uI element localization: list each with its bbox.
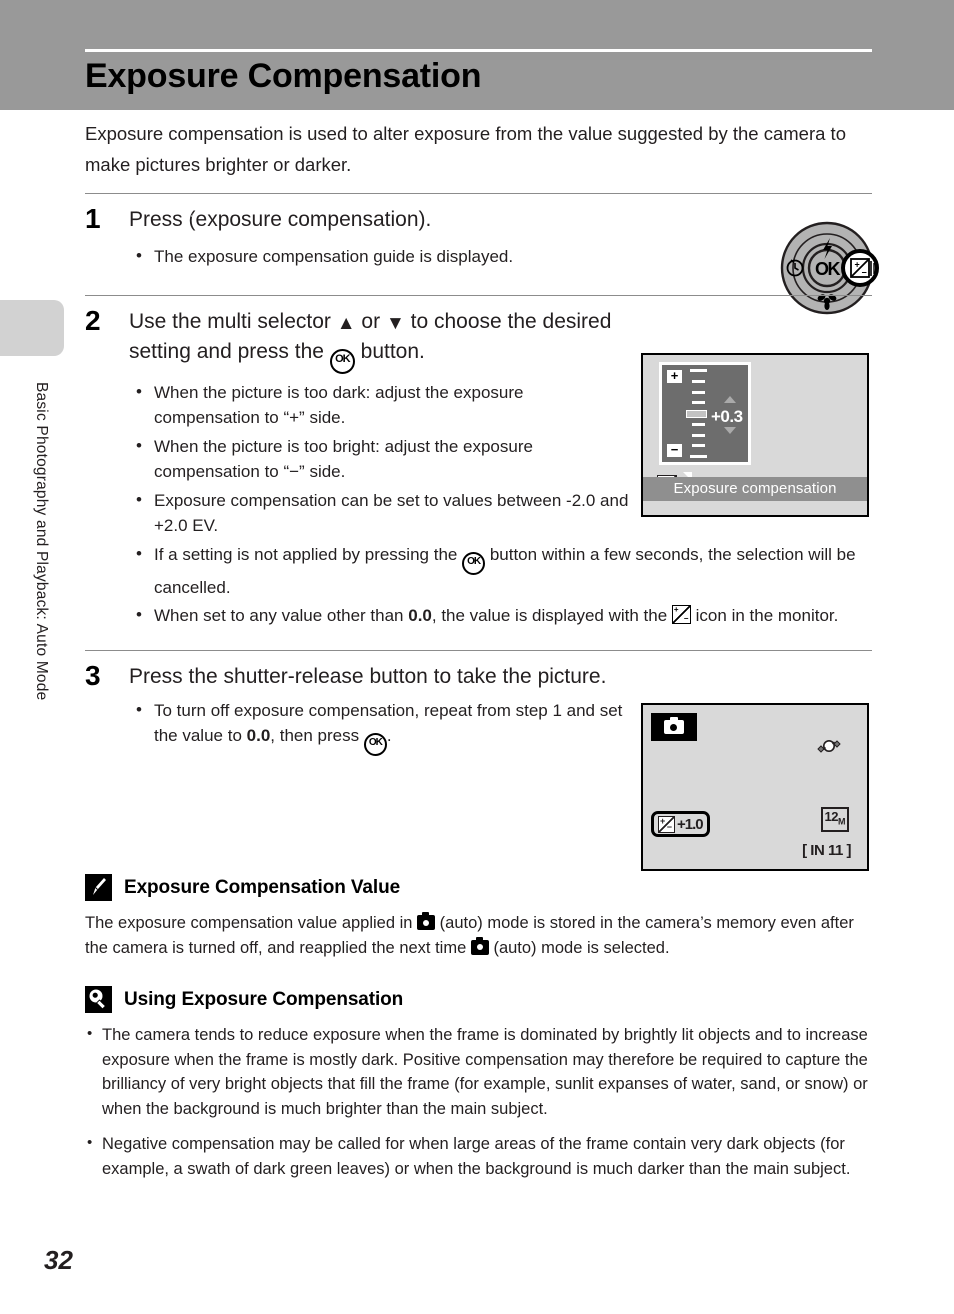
step-3-number: 3	[85, 659, 101, 691]
step-2-heading: Use the multi selector ▲ or ▼ to choose …	[129, 307, 629, 374]
list-item: Negative compensation may be called for …	[85, 1131, 874, 1181]
bullet-3-bold: 0.0	[246, 726, 271, 745]
step-1-heading-pre: Press	[129, 208, 183, 231]
step-1-number: 1	[85, 203, 101, 234]
step-2-heading-part1: Use the multi selector	[129, 309, 331, 333]
camera-auto-icon	[417, 912, 436, 930]
bullet-ev-bold: 0.0	[408, 606, 432, 625]
list-item: The exposure compensation guide is displ…	[129, 243, 875, 270]
ok-button-icon: OK	[462, 551, 486, 575]
note-2-header: Using Exposure Compensation	[85, 986, 875, 1013]
list-item: When the picture is too bright: adjust t…	[129, 433, 632, 485]
list-item: To turn off exposure compensation, repea…	[129, 697, 632, 756]
bullet-ev-mid: , the value is displayed with the	[431, 606, 668, 625]
step-3: 3 Press the shutter-release button to ta…	[85, 651, 875, 760]
step-3-heading: Press the shutter-release button to take…	[129, 664, 607, 688]
exposure-compensation-icon: +−	[671, 605, 691, 624]
bullet-3-post: .	[386, 726, 392, 745]
ok-button-icon: OK	[363, 733, 387, 756]
arrow-up-icon: ▲	[336, 312, 356, 334]
camera-auto-icon	[470, 936, 489, 955]
bullet-ev-post: icon in the monitor.	[695, 606, 839, 625]
note-1-title: Exposure Compensation Value	[124, 876, 401, 898]
step-2-heading-or: or	[361, 309, 381, 333]
ok-button-icon: OK	[329, 348, 355, 374]
step-1-heading-post: (exposure compensation).	[188, 208, 432, 231]
bullet-3-mid: , then press	[270, 726, 360, 745]
intro-paragraph: Exposure compensation is used to alter e…	[85, 123, 846, 175]
note-1-text: The exposure compensation value applied …	[85, 911, 873, 960]
list-item: If a setting is not applied by pressing …	[129, 541, 875, 601]
page-content: Exposure compensation is used to alter e…	[85, 118, 875, 1192]
note-2-title: Using Exposure Compensation	[124, 988, 404, 1010]
list-item: When set to any value other than 0.0, th…	[129, 602, 875, 629]
step-1-bullets: The exposure compensation guide is displ…	[129, 243, 875, 270]
note-1-post: (auto) mode is selected.	[493, 938, 670, 957]
step-1-heading: Press + − (exposure compensation).	[129, 208, 432, 233]
bullet-ok-pre: If a setting is not applied by pressing …	[154, 544, 458, 564]
header-rule	[85, 49, 872, 52]
chapter-side-label: Basic Photography and Playback: Auto Mod…	[33, 382, 50, 701]
step-1: 1 Press +− (exposure compensation). The …	[85, 194, 875, 273]
list-item: Exposure compensation can be set to valu…	[129, 487, 632, 539]
note-using-exposure-compensation: Using Exposure Compensation The camera t…	[85, 986, 875, 1181]
note-2-bullets: The camera tends to reduce exposure when…	[85, 1022, 875, 1181]
step-2: 2 Use the multi selector ▲ or ▼ to choos…	[85, 296, 875, 632]
list-item: The camera tends to reduce exposure when…	[85, 1022, 874, 1121]
arrow-down-icon: ▼	[385, 312, 405, 334]
note-1-pre: The exposure compensation value applied …	[85, 914, 413, 932]
lightbulb-tip-icon	[85, 986, 112, 1013]
step-2-heading-part3: button.	[360, 339, 425, 363]
page-title: Exposure Compensation	[85, 57, 482, 95]
step-2-bullets: When the picture is too dark: adjust the…	[129, 379, 875, 629]
chapter-tab-marker	[0, 300, 64, 356]
note-1-header: Exposure Compensation Value	[85, 874, 875, 901]
bullet-ev-pre: When set to any value other than	[154, 606, 404, 625]
page-number: 32	[44, 1245, 73, 1275]
note-exposure-compensation-value: Exposure Compensation Value The exposure…	[85, 874, 875, 960]
pencil-note-icon	[85, 874, 112, 901]
page-header-band: Exposure Compensation	[0, 0, 954, 110]
list-item: When the picture is too dark: adjust the…	[129, 379, 632, 431]
step-3-bullets: To turn off exposure compensation, repea…	[129, 697, 875, 756]
step-2-number: 2	[85, 304, 101, 336]
